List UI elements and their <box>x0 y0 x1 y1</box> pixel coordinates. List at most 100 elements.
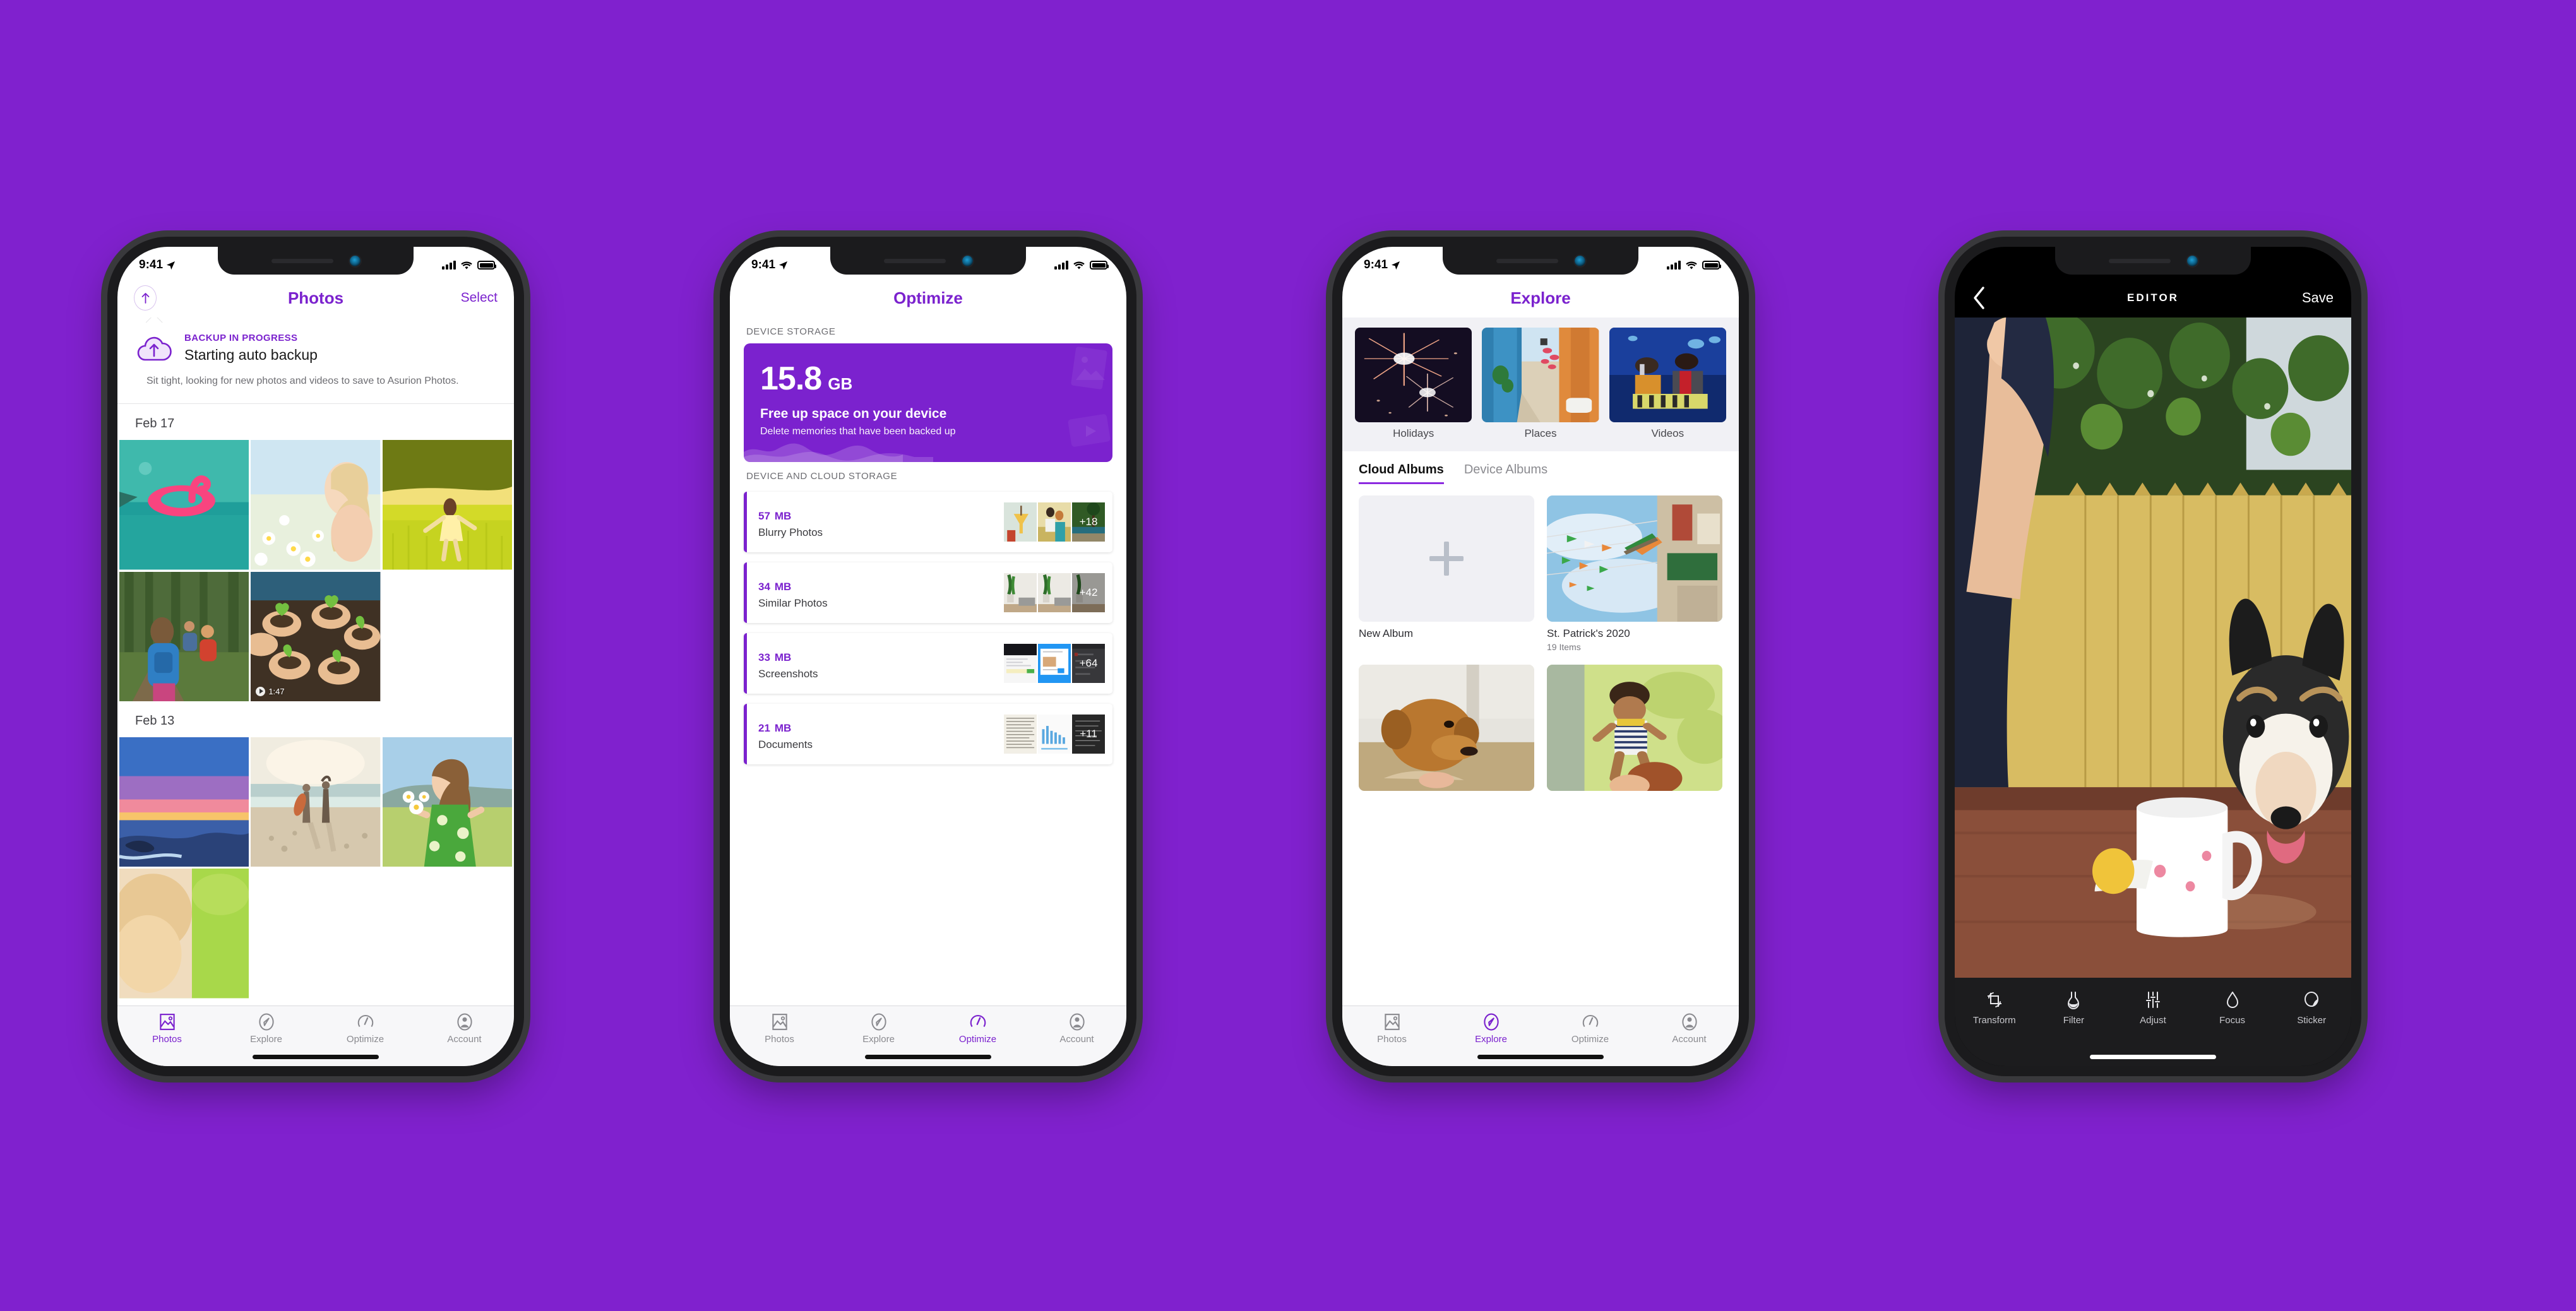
tool-adjust[interactable]: Adjust <box>2113 990 2193 1026</box>
tool-filter[interactable]: Filter <box>2034 990 2114 1026</box>
tab-optimize[interactable]: Optimize <box>316 1012 415 1045</box>
tab-photos[interactable]: Photos <box>117 1012 217 1045</box>
crop-rotate-icon <box>1987 992 2001 1007</box>
segment-device-albums[interactable]: Device Albums <box>1464 463 1547 484</box>
tool-transform[interactable]: Transform <box>1955 990 2034 1026</box>
speaker-grille <box>271 258 333 263</box>
category-image <box>1609 328 1726 422</box>
category-holidays[interactable]: Holidays <box>1355 328 1472 440</box>
tool-label: Sticker <box>2297 1015 2327 1026</box>
battery-icon <box>477 261 496 270</box>
plus-icon <box>1429 542 1464 576</box>
wifi-icon <box>461 261 472 269</box>
sliders-icon <box>2145 992 2160 1008</box>
front-camera <box>2186 255 2198 266</box>
select-button[interactable]: Select <box>461 290 498 306</box>
category-videos[interactable]: Videos <box>1609 328 1726 440</box>
page-title: Optimize <box>893 288 963 307</box>
row-thumbnails: +64 <box>1004 644 1105 683</box>
editor-photo[interactable] <box>1955 317 2351 978</box>
account-icon <box>1069 1013 1085 1031</box>
thumb-terminal-screenshot <box>1004 644 1037 683</box>
tab-photos[interactable]: Photos <box>1342 1012 1441 1045</box>
row-name: Blurry Photos <box>758 526 823 538</box>
album-cover <box>1547 495 1722 622</box>
more-count-badge: +18 <box>1072 502 1105 542</box>
photo-flamingo-float-pool[interactable] <box>119 440 249 570</box>
date-section-feb13: Feb 13 <box>117 701 514 999</box>
tool-label: Focus <box>2219 1015 2245 1026</box>
optimize-row-similar-photos[interactable]: 34 MB Similar Photos +42 <box>744 562 1112 623</box>
segment-cloud-albums[interactable]: Cloud Albums <box>1359 463 1444 484</box>
speaker-grille <box>2108 258 2171 263</box>
optimize-row-screenshots[interactable]: 33 MB Screenshots +64 <box>744 633 1112 694</box>
device-storage-label: DEVICE STORAGE <box>730 317 1126 343</box>
tab-explore[interactable]: Explore <box>829 1012 928 1045</box>
wave-decoration <box>744 443 933 462</box>
optimize-row-blurry-photos[interactable]: 57 MB Blurry Photos +18 <box>744 492 1112 552</box>
photo-surfers-walking-beach[interactable] <box>251 737 381 867</box>
tab-label: Optimize <box>346 1034 385 1045</box>
photo-kid-hiking-forest-backpack[interactable] <box>119 571 249 701</box>
album-name: New Album <box>1359 627 1413 639</box>
photo-woman-in-daisy-field[interactable] <box>251 440 381 570</box>
photo-icon <box>159 1014 175 1030</box>
tab-account[interactable]: Account <box>1027 1012 1126 1045</box>
backup-kicker: BACKUP IN PROGRESS <box>184 333 298 343</box>
photo-hands-holding-seedlings[interactable]: 1:47 <box>251 571 381 701</box>
upload-circle-icon[interactable] <box>134 285 157 311</box>
photo-sunset-beach-pink-sky[interactable] <box>119 737 249 867</box>
tab-label: Explore <box>862 1034 895 1045</box>
photo-grid <box>117 737 514 999</box>
photo-girl-green-dress-daisies[interactable] <box>382 737 512 867</box>
account-icon <box>1681 1013 1697 1031</box>
screen-editor: EDITOR Save Transform Filter Adjust Focu… <box>1955 247 2351 1066</box>
row-size: 21 <box>758 721 770 734</box>
thumb-bar-chart-document <box>1038 715 1071 754</box>
device-storage-card[interactable]: 15.8 GB Free up space on your device Del… <box>744 343 1112 462</box>
row-thumbnails: +42 <box>1004 573 1105 612</box>
tab-account[interactable]: Account <box>1640 1012 1739 1045</box>
category-label: Videos <box>1651 427 1685 439</box>
album-photo-toddler[interactable] <box>1547 665 1722 791</box>
tab-photos[interactable]: Photos <box>730 1012 829 1045</box>
tab-optimize[interactable]: Optimize <box>1541 1012 1640 1045</box>
new-album-placeholder <box>1359 495 1534 622</box>
cloud-storage-label: DEVICE AND CLOUD STORAGE <box>730 462 1126 488</box>
status-time: 9:41 <box>751 258 776 271</box>
speedometer-icon <box>1582 1015 1598 1028</box>
optimize-navbar: Optimize <box>730 278 1126 317</box>
notch <box>218 247 414 275</box>
editor-title: EDITOR <box>2127 292 2179 304</box>
home-indicator <box>865 1055 991 1059</box>
tool-sticker[interactable]: Sticker <box>2272 990 2351 1026</box>
play-icon <box>256 686 266 696</box>
photo-blonde-child-grass[interactable] <box>119 869 249 999</box>
tab-optimize[interactable]: Optimize <box>928 1012 1027 1045</box>
thumb-cocktail-glass-blurry <box>1004 502 1037 542</box>
optimize-scroll-body[interactable]: DEVICE STORAGE 15.8 GB Free up space on … <box>730 317 1126 1005</box>
save-button[interactable]: Save <box>2302 290 2334 306</box>
thumb-couple-in-field <box>1038 502 1071 542</box>
tab-label: Explore <box>1475 1034 1507 1045</box>
category-places[interactable]: Places <box>1482 328 1599 440</box>
row-unit: MB <box>774 509 792 522</box>
speaker-grille <box>883 258 946 263</box>
row-unit: MB <box>774 651 792 663</box>
album-new-album[interactable]: New Album <box>1359 495 1534 652</box>
optimize-list: 57 MB Blurry Photos +18 34 MB Similar Ph… <box>730 488 1126 764</box>
home-indicator <box>1477 1055 1604 1059</box>
album-photo-dog[interactable] <box>1359 665 1534 791</box>
tab-explore[interactable]: Explore <box>1441 1012 1541 1045</box>
row-thumbnails: +18 <box>1004 502 1105 542</box>
photo-girl-running-in-grass[interactable] <box>382 440 512 570</box>
tab-explore[interactable]: Explore <box>217 1012 316 1045</box>
row-name: Screenshots <box>758 667 818 680</box>
album-st-patricks-2020[interactable]: St. Patrick's 2020 19 Items <box>1547 495 1722 652</box>
photos-scroll-body[interactable]: BACKUP IN PROGRESS Starting auto backup … <box>117 317 514 1005</box>
optimize-row-documents[interactable]: 21 MB Documents +11 <box>744 704 1112 764</box>
category-strip: Holidays Places Videos <box>1342 317 1739 451</box>
explore-scroll-body[interactable]: Holidays Places Videos Cloud Albums Devi… <box>1342 317 1739 1005</box>
tool-focus[interactable]: Focus <box>2193 990 2272 1026</box>
tab-account[interactable]: Account <box>415 1012 514 1045</box>
